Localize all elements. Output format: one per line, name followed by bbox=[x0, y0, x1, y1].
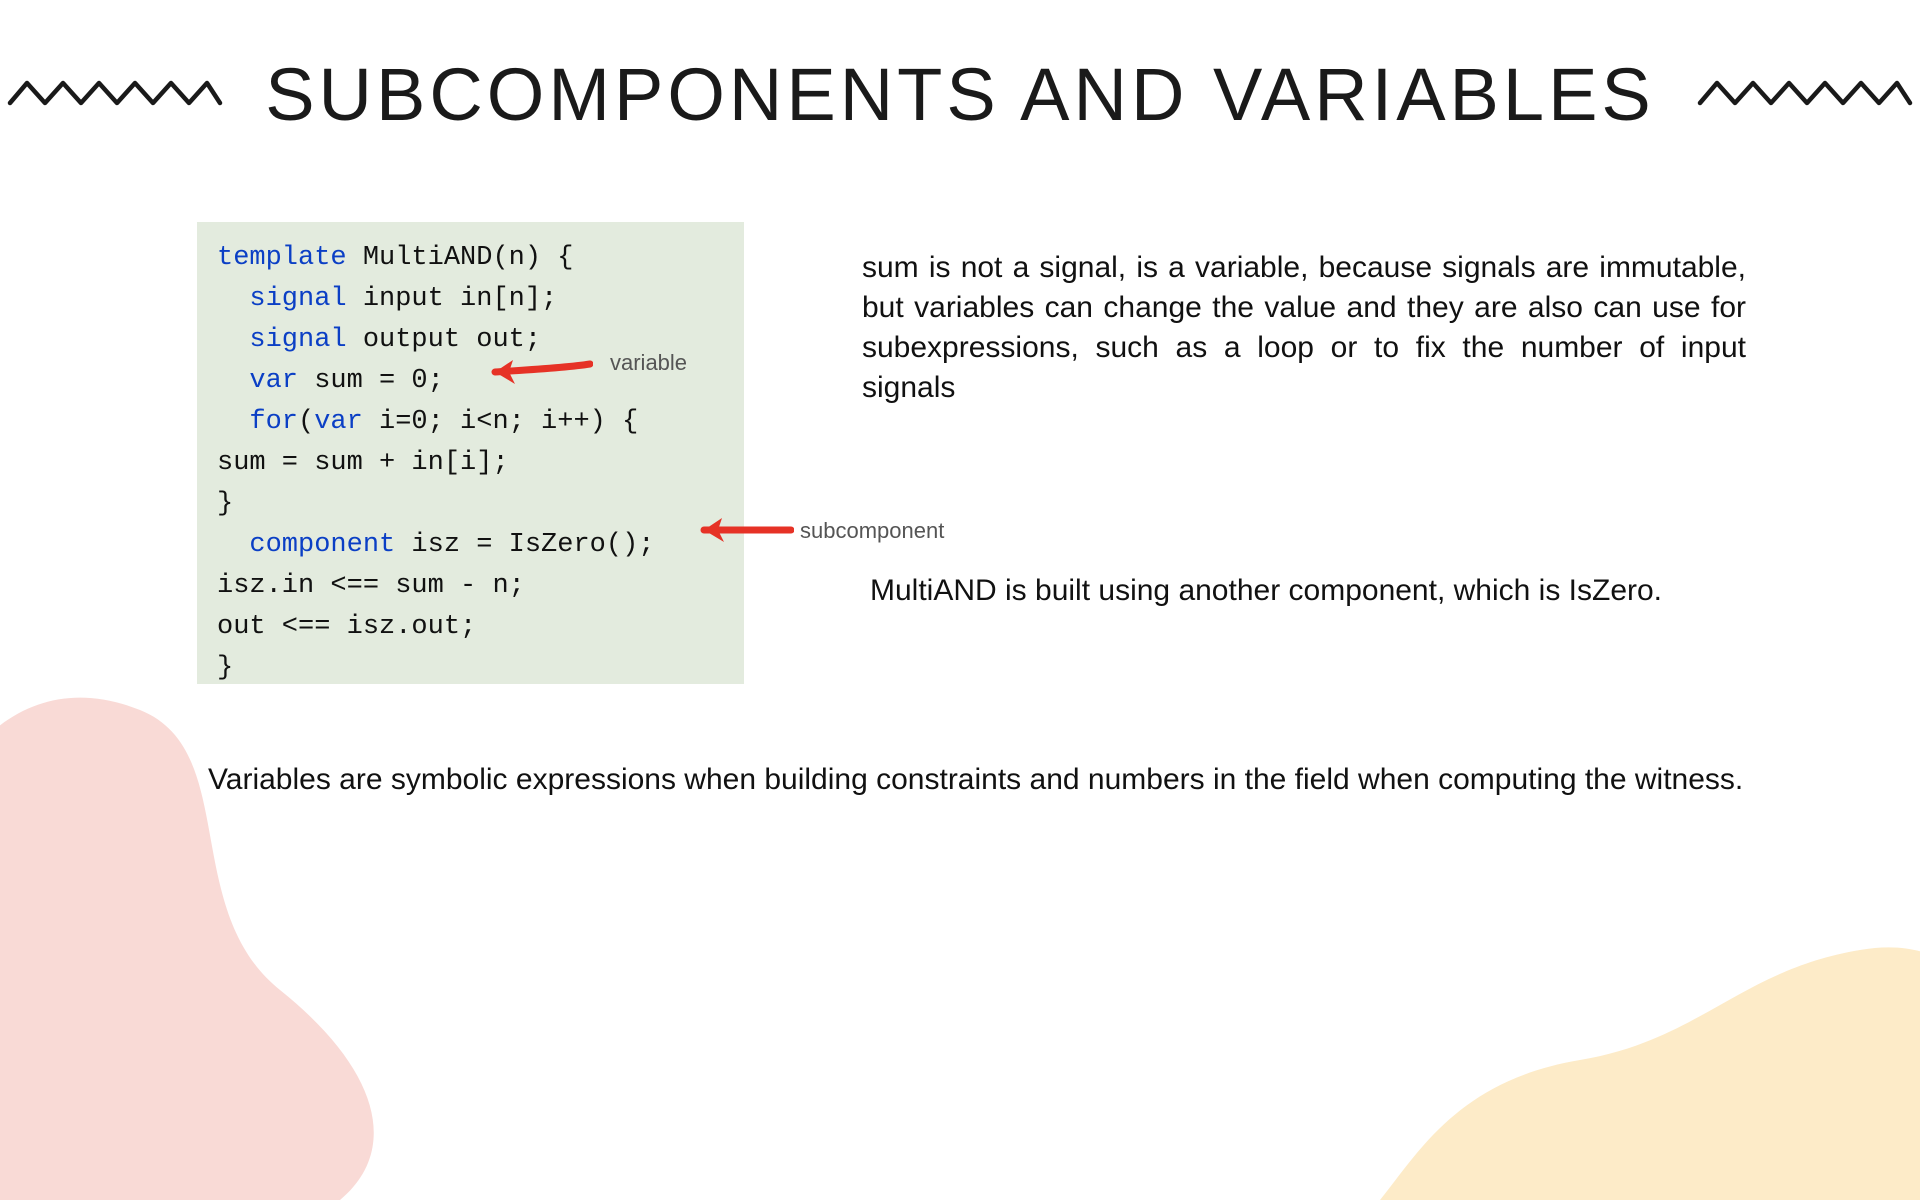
paragraph-variables-summary: Variables are symbolic expressions when … bbox=[208, 760, 1748, 800]
squiggle-right-icon bbox=[1695, 73, 1915, 117]
code-line: out <== isz.out; bbox=[217, 607, 724, 648]
code-line: } bbox=[217, 648, 724, 689]
code-line: sum = sum + in[i]; bbox=[217, 443, 724, 484]
decorative-blob-left bbox=[0, 650, 420, 1200]
keyword-var: var bbox=[249, 366, 298, 396]
code-line: template MultiAND(n) { bbox=[217, 238, 724, 279]
keyword-component: component bbox=[249, 530, 395, 560]
decorative-blob-right bbox=[1380, 850, 1920, 1200]
code-block: template MultiAND(n) { signal input in[n… bbox=[197, 222, 744, 684]
code-line: } bbox=[217, 484, 724, 525]
keyword-template: template bbox=[217, 243, 347, 273]
paragraph-subcomponent-explain: MultiAND is built using another componen… bbox=[870, 572, 1750, 610]
code-line: for(var i=0; i<n; i++) { bbox=[217, 402, 724, 443]
paragraph-variable-explain: sum is not a signal, is a variable, beca… bbox=[862, 248, 1746, 408]
keyword-signal: signal bbox=[249, 284, 346, 314]
annotation-variable-label: variable bbox=[610, 350, 687, 376]
slide-title: SUBCOMPONENTS AND VARIABLES bbox=[265, 52, 1655, 137]
keyword-signal: signal bbox=[249, 325, 346, 355]
arrow-subcomponent-icon bbox=[696, 510, 794, 550]
code-line: isz.in <== sum - n; bbox=[217, 566, 724, 607]
keyword-for: for bbox=[249, 407, 298, 437]
arrow-variable-icon bbox=[485, 352, 593, 392]
squiggle-left-icon bbox=[5, 73, 225, 117]
annotation-subcomponent-label: subcomponent bbox=[800, 518, 944, 544]
slide-title-row: SUBCOMPONENTS AND VARIABLES bbox=[0, 52, 1920, 137]
code-line: signal input in[n]; bbox=[217, 279, 724, 320]
code-line: component isz = IsZero(); bbox=[217, 525, 724, 566]
keyword-var: var bbox=[314, 407, 363, 437]
